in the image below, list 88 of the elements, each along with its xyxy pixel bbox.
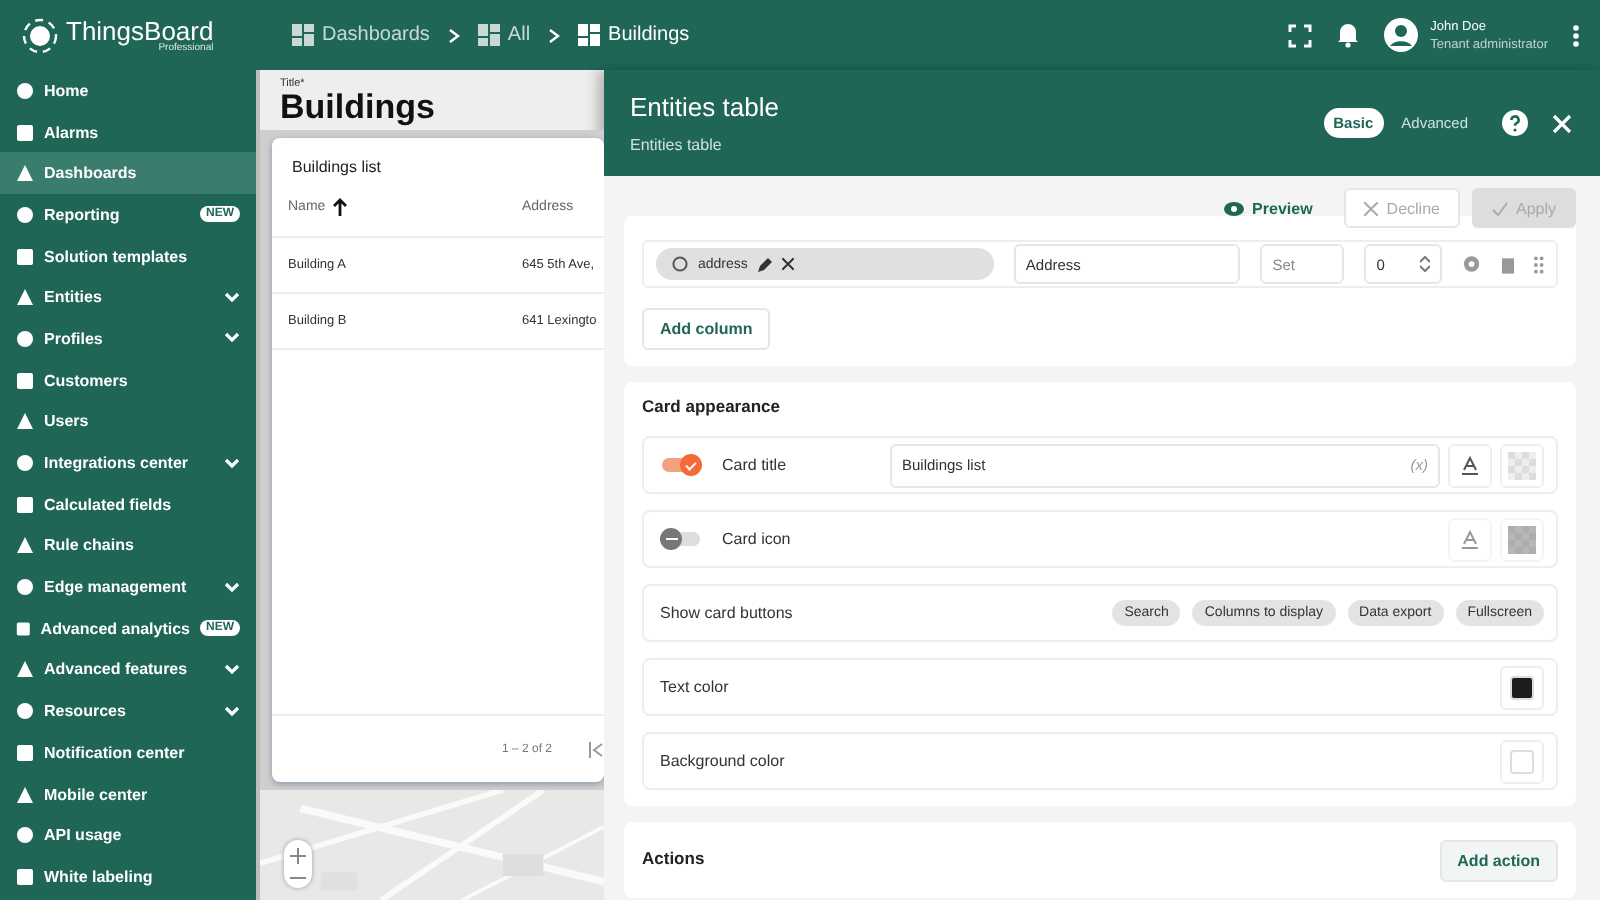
sidebar-item[interactable]: Calculated fields	[0, 483, 256, 526]
row-label: Card title	[722, 456, 789, 474]
section-title: Actions	[642, 848, 705, 872]
panel-title: Entities table	[630, 92, 781, 122]
menu-item-icon	[16, 785, 34, 804]
close-icon[interactable]	[781, 258, 794, 270]
menu-item-icon	[16, 371, 34, 390]
sidebar-item[interactable]: Dashboards	[0, 152, 256, 195]
menu-item-icon	[16, 288, 34, 307]
first-page-icon[interactable]	[588, 741, 604, 757]
spinner-arrows-icon[interactable]	[1419, 256, 1430, 272]
panel-subtitle: Entities table	[630, 136, 724, 154]
row-label: Text color	[660, 678, 729, 696]
help-icon[interactable]	[1502, 110, 1528, 136]
menu-item-icon	[16, 619, 31, 638]
font-settings-button[interactable]	[1448, 443, 1492, 487]
color-picker-button[interactable]	[1500, 443, 1544, 487]
menu-item-icon	[16, 743, 34, 762]
sidebar-item[interactable]: Profiles	[0, 318, 256, 360]
menu-item-icon	[16, 454, 34, 473]
sidebar-item[interactable]: Home	[0, 70, 256, 112]
dashboard-icon	[292, 24, 314, 46]
zoom-control[interactable]	[284, 840, 312, 888]
breadcrumb-link[interactable]: Buildings	[578, 24, 690, 46]
sidebar-item[interactable]: Mobile center	[0, 773, 256, 815]
dashboard-title: Buildings	[280, 89, 437, 123]
toggle-switch[interactable]	[660, 454, 702, 476]
chevron-icon	[445, 27, 462, 43]
widget-title: Buildings list	[290, 156, 383, 176]
dashboard-icon	[578, 24, 601, 46]
text-style-icon	[1460, 455, 1480, 475]
sidebar-item[interactable]: Solution templates	[0, 235, 256, 277]
sidebar-item[interactable]: Users	[0, 401, 256, 443]
menu-item-icon	[16, 123, 34, 142]
menu-item-icon	[16, 536, 34, 555]
sidebar-item[interactable]: Alarms	[0, 111, 256, 153]
row-label: Show card buttons	[660, 604, 793, 622]
menu-item-icon	[16, 164, 34, 183]
dashboard-icon	[477, 24, 500, 46]
menu-item-icon	[16, 81, 34, 100]
menu-item-icon	[16, 660, 34, 679]
text-style-icon	[1460, 529, 1480, 549]
close-icon	[1364, 201, 1379, 215]
menu-item-icon	[16, 205, 34, 224]
chevron-icon	[546, 27, 563, 43]
sidebar-item[interactable]: Entities	[0, 276, 256, 319]
sidebar-item[interactable]: Customers	[0, 359, 256, 401]
menu-item-icon	[16, 867, 34, 886]
menu-item-icon	[16, 702, 34, 721]
row-label: Card icon	[722, 530, 793, 548]
sidebar-item[interactable]: Integrations center	[0, 442, 256, 484]
menu-item-icon	[16, 329, 34, 348]
sidebar-item[interactable]: API usage	[0, 814, 256, 857]
section-title: Card appearance	[642, 396, 782, 420]
logo-icon	[20, 15, 60, 55]
breadcrumb-link[interactable]: Dashboards	[292, 24, 430, 46]
logo-text: ThingsBoard	[66, 17, 214, 43]
menu-item-icon	[16, 495, 34, 514]
color-swatch[interactable]	[1510, 749, 1534, 773]
toggle-switch[interactable]	[660, 528, 702, 550]
add-action-button[interactable]: Add action	[1439, 839, 1558, 881]
menu-item-icon	[16, 412, 34, 431]
sidebar-item[interactable]: White labeling	[0, 856, 256, 898]
menu-item-icon	[16, 578, 34, 597]
zoom-in-icon[interactable]	[290, 848, 306, 864]
sidebar-item[interactable]: Notification center	[0, 732, 256, 774]
delete-icon[interactable]	[1501, 255, 1515, 273]
fullscreen-icon[interactable]	[1288, 23, 1313, 47]
menu-item-icon	[16, 826, 34, 845]
breadcrumb-link[interactable]: All	[477, 24, 531, 46]
more-icon[interactable]	[1572, 23, 1580, 47]
drag-handle-icon[interactable]	[1534, 255, 1544, 273]
check-icon	[1491, 201, 1508, 215]
sidebar-item[interactable]: Advanced features	[0, 649, 256, 691]
menu-item-icon	[16, 247, 34, 266]
bell-icon[interactable]	[1336, 22, 1361, 48]
color-picker-button[interactable]	[1500, 517, 1544, 561]
color-swatch[interactable]	[1510, 675, 1534, 699]
sidebar-item[interactable]: Rule chains	[0, 525, 256, 567]
avatar-icon[interactable]	[1384, 18, 1419, 52]
row-label: Background color	[660, 752, 785, 770]
key-type-icon	[672, 256, 688, 272]
pencil-icon[interactable]	[757, 257, 772, 271]
sidebar-item[interactable]: Edge management	[0, 566, 256, 608]
settings-icon[interactable]	[1461, 254, 1482, 274]
sidebar-item[interactable]: Resources	[0, 690, 256, 732]
add-column-button[interactable]: Add column	[642, 308, 771, 350]
icon-settings-button[interactable]	[1448, 517, 1492, 561]
